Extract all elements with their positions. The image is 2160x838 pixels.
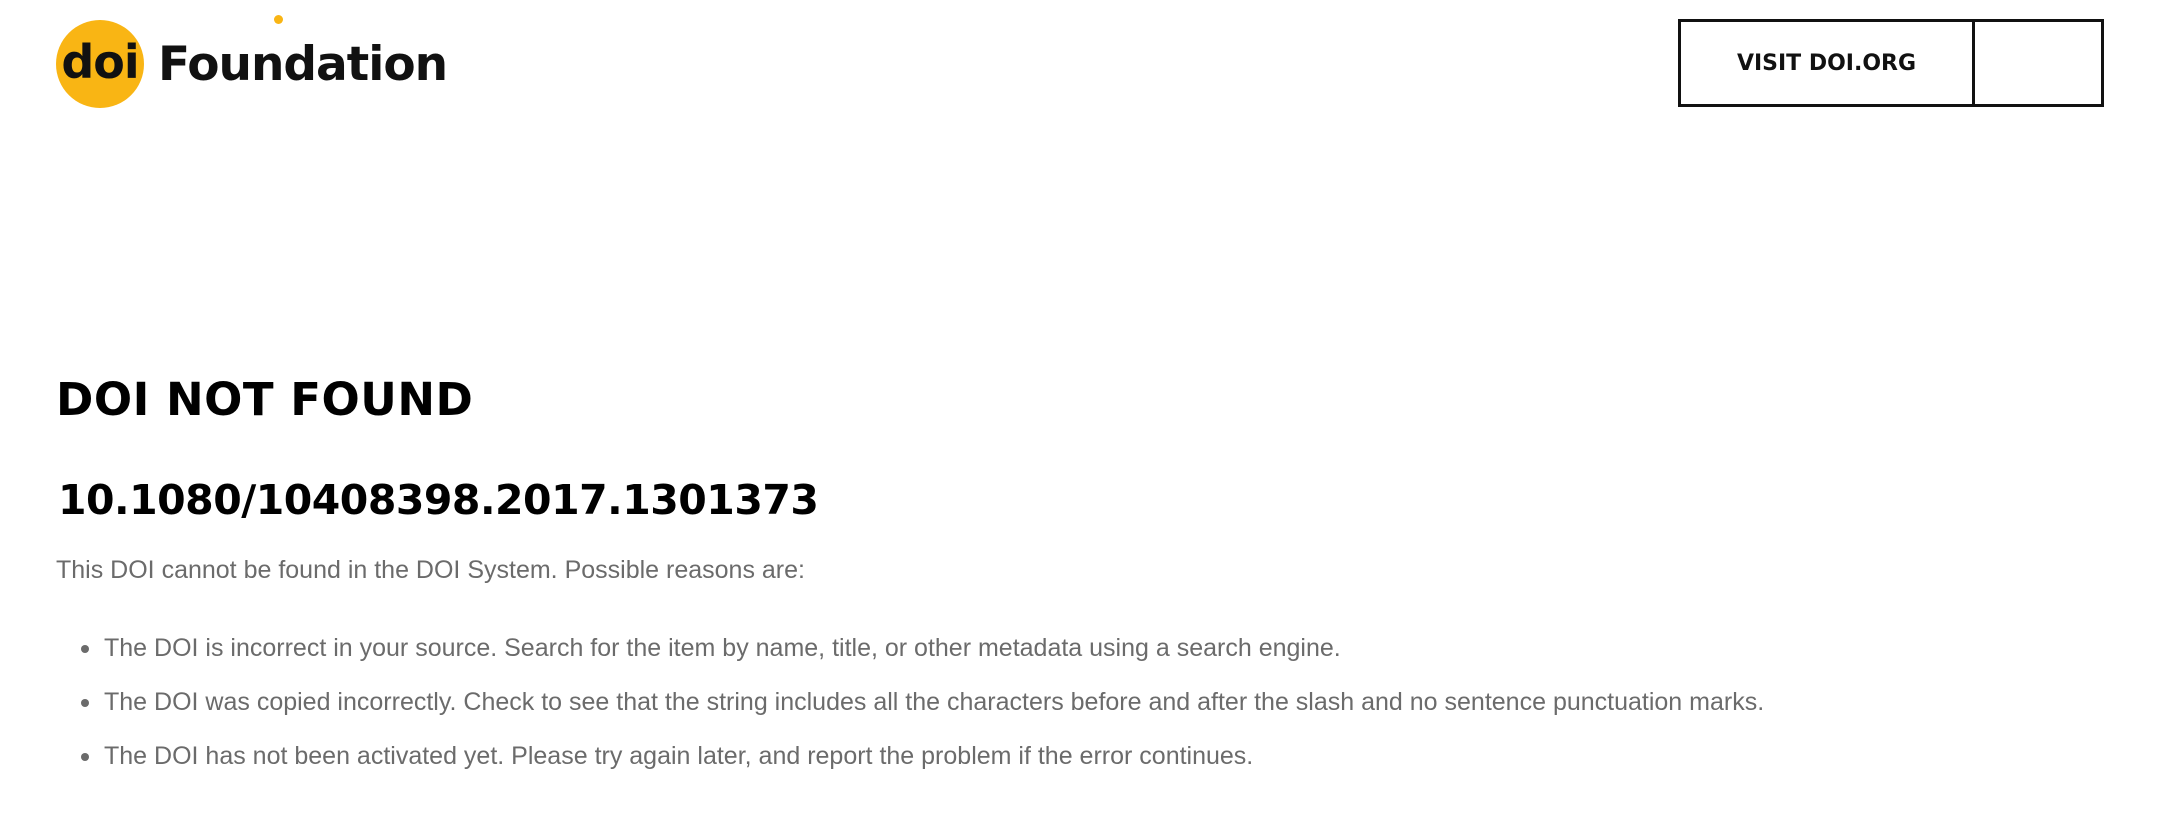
list-item: The DOI is incorrect in your source. Sea… <box>56 632 2056 664</box>
reason-text: The DOI has not been activated yet. Plea… <box>104 742 1254 770</box>
doi-foundation-logo[interactable]: doi Foundation <box>56 15 448 109</box>
logo-accent-dot <box>274 15 283 24</box>
page-title: DOI NOT FOUND <box>56 373 474 426</box>
logo-wordmark: Foundation <box>158 36 448 92</box>
list-item: The DOI was copied incorrectly. Check to… <box>56 686 2056 718</box>
intro-text: This DOI cannot be found in the DOI Syst… <box>56 556 805 584</box>
reason-text: The DOI was copied incorrectly. Check to… <box>104 688 1765 716</box>
logo-mark: doi <box>61 35 139 89</box>
bullet-icon <box>81 699 89 707</box>
main-content: DOI NOT FOUND 10.1080/10408398.2017.1301… <box>56 370 2056 794</box>
visit-doi-org-button[interactable]: VISIT DOI.ORG <box>1681 22 1975 104</box>
reason-text: The DOI is incorrect in your source. Sea… <box>104 634 1341 662</box>
reasons-list: The DOI is incorrect in your source. Sea… <box>56 632 2056 772</box>
page: doi Foundation VISIT DOI.ORG DOI NOT FOU… <box>0 0 2160 838</box>
doi-logo-circle: doi <box>56 20 144 108</box>
menu-button[interactable] <box>1975 22 2101 104</box>
bullet-icon <box>81 645 89 653</box>
site-header: doi Foundation VISIT DOI.ORG <box>56 15 2104 111</box>
doi-identifier: 10.1080/10408398.2017.1301373 <box>58 476 819 524</box>
list-item: The DOI has not been activated yet. Plea… <box>56 740 2056 772</box>
bullet-icon <box>81 753 89 761</box>
header-nav: VISIT DOI.ORG <box>1678 19 2104 107</box>
